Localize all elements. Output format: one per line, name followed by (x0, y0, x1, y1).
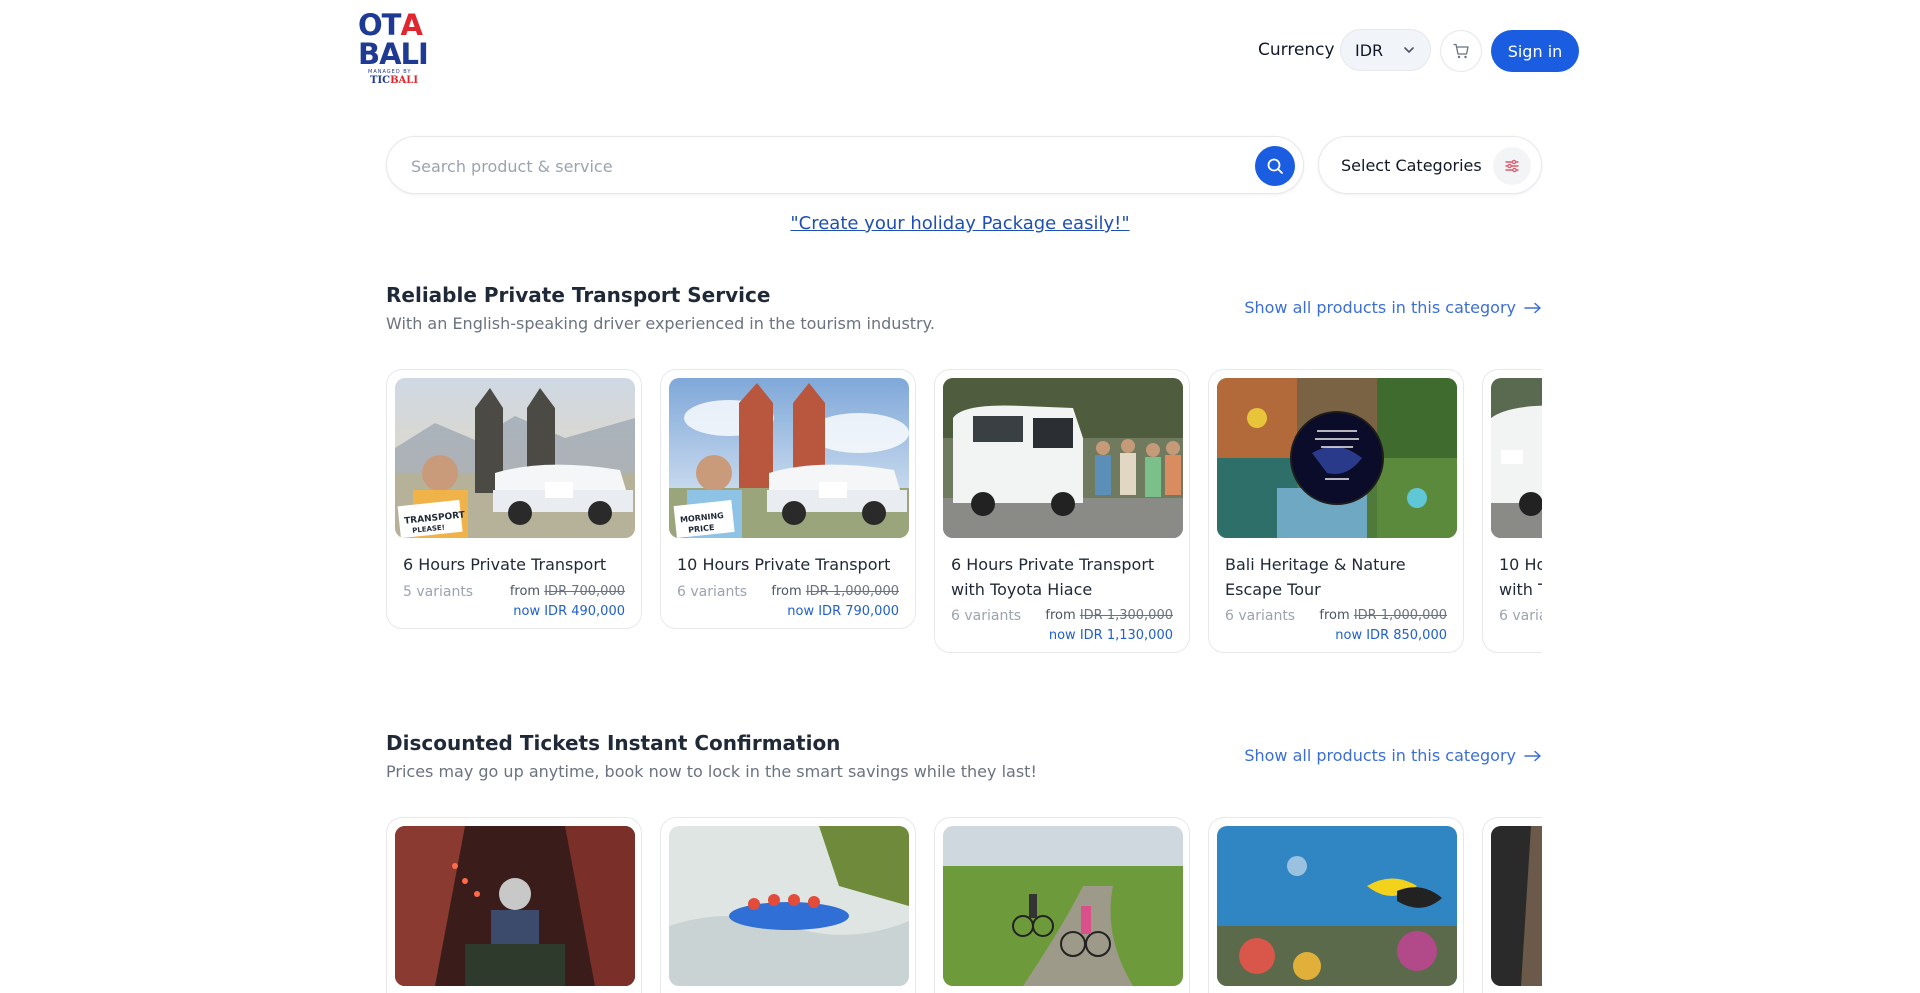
search-input[interactable] (411, 153, 1231, 179)
product-image (1491, 378, 1542, 538)
chevron-down-icon (1404, 47, 1414, 54)
select-categories-button[interactable]: Select Categories (1318, 136, 1542, 194)
product-name: 10 Hours Private Transport with Toyota H… (1499, 555, 1542, 599)
product-image (669, 826, 909, 986)
product-card[interactable] (1208, 817, 1464, 993)
product-price: from IDR 1,000,000 now IDR 790,000 (771, 584, 899, 619)
product-name: 10 Hours Private Transport (677, 555, 891, 574)
arrow-right-icon (1524, 750, 1541, 761)
variant-count: 6 variants (1499, 608, 1542, 624)
product-image (943, 826, 1183, 986)
product-image (1491, 826, 1542, 986)
search-bar (386, 136, 1304, 194)
section-private-transport: Reliable Private Transport Service With … (386, 283, 1542, 673)
currency-label: Currency (1258, 40, 1335, 60)
product-image (395, 826, 635, 986)
product-carousel: TRANSPORT PLEASE! 6 Hours Private Transp… (386, 369, 1542, 669)
product-price: from IDR 1,300,000 now IDR 1,130,000 (1045, 608, 1173, 643)
product-price: from IDR 700,000 now IDR 490,000 (509, 584, 625, 619)
product-card[interactable]: Bali Heritage & Nature Escape Tour 6 var… (1208, 369, 1464, 653)
variant-count: 5 variants (403, 584, 474, 600)
logo[interactable]: OT A BALI MANAGED BY TICBALI (358, 10, 430, 92)
product-card[interactable] (1482, 817, 1542, 993)
product-image (943, 378, 1183, 538)
variant-count: 6 variants (951, 608, 1022, 624)
section-subtitle: With an English-speaking driver experien… (386, 314, 935, 333)
sign-in-button[interactable]: Sign in (1491, 30, 1579, 72)
site-header: OT A BALI MANAGED BY TICBALI Currency IDR… (358, 10, 1579, 92)
section-title: Reliable Private Transport Service (386, 283, 771, 307)
cart-icon (1453, 43, 1469, 59)
cart-button[interactable] (1440, 30, 1482, 72)
filter-icon (1493, 147, 1531, 185)
product-name: Bali Heritage & Nature Escape Tour (1225, 555, 1406, 599)
create-package-link[interactable]: "Create your holiday Package easily!" (0, 213, 1920, 234)
product-card[interactable]: MORNING PRICE 10 Hours Private Transport… (660, 369, 916, 629)
currency-select[interactable]: IDR (1340, 29, 1431, 71)
search-button[interactable] (1255, 146, 1295, 186)
product-card[interactable]: TRANSPORT PLEASE! 6 Hours Private Transp… (386, 369, 642, 629)
product-name: 6 Hours Private Transport (403, 555, 607, 574)
product-price: from IDR 1,000,000 now IDR 850,000 (1319, 608, 1447, 643)
product-image: MORNING PRICE (669, 378, 909, 538)
product-image: TRANSPORT PLEASE! (395, 378, 635, 538)
select-categories-label: Select Categories (1341, 156, 1482, 175)
product-image (1217, 378, 1457, 538)
product-card[interactable] (660, 817, 916, 993)
section-title: Discounted Tickets Instant Confirmation (386, 731, 841, 755)
show-all-link[interactable]: Show all products in this category (1244, 746, 1542, 765)
variant-count: 6 variants (677, 584, 748, 600)
product-card[interactable]: 10 Hours Private Transport with Toyota H… (1482, 369, 1542, 653)
section-discounted-tickets: Discounted Tickets Instant Confirmation … (386, 731, 1542, 993)
product-name: 6 Hours Private Transport with Toyota Hi… (951, 555, 1155, 599)
section-subtitle: Prices may go up anytime, book now to lo… (386, 762, 1037, 781)
show-all-link[interactable]: Show all products in this category (1244, 298, 1542, 317)
product-card[interactable] (934, 817, 1190, 993)
currency-value: IDR (1355, 40, 1384, 60)
product-card[interactable]: 6 Hours Private Transport with Toyota Hi… (934, 369, 1190, 653)
product-image (1217, 826, 1457, 986)
arrow-right-icon (1524, 302, 1541, 313)
variant-count: 6 variants (1225, 608, 1296, 624)
product-card[interactable] (386, 817, 642, 993)
search-icon (1267, 158, 1283, 174)
product-carousel (386, 817, 1542, 993)
